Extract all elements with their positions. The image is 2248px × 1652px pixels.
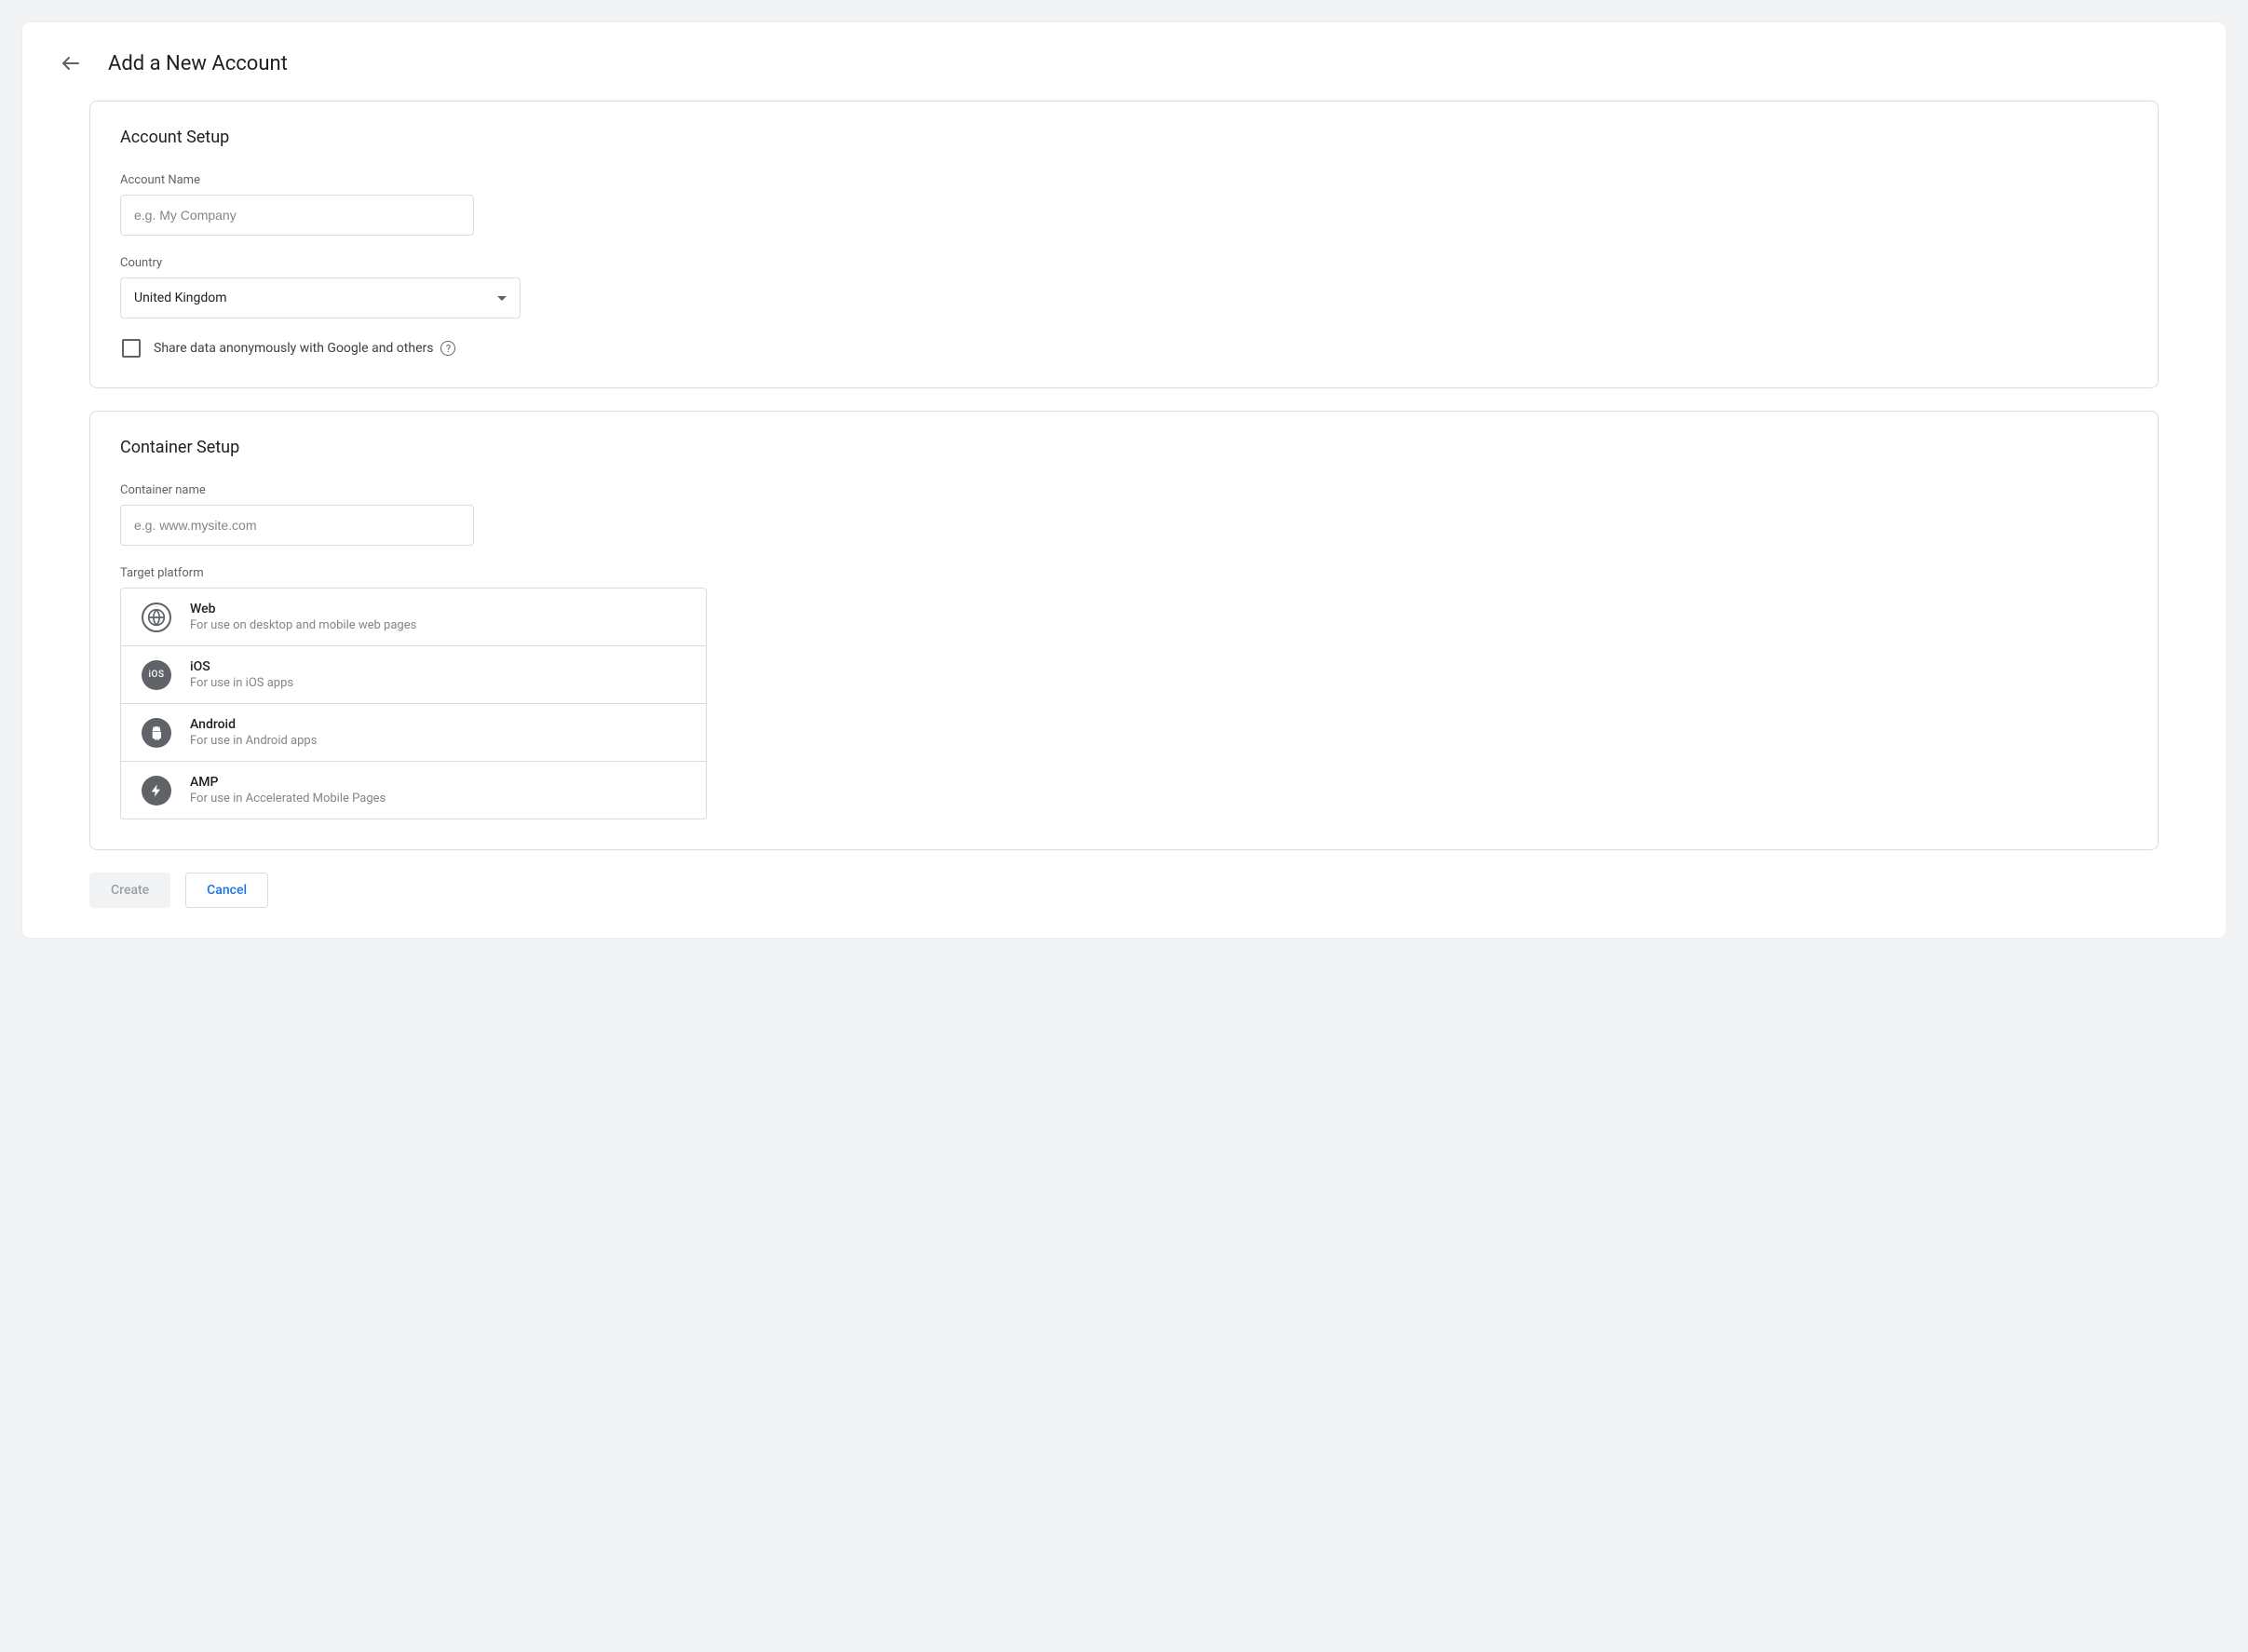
help-icon[interactable]: ? bbox=[440, 341, 455, 356]
platform-option-amp[interactable]: AMP For use in Accelerated Mobile Pages bbox=[121, 762, 706, 819]
container-setup-title: Container Setup bbox=[120, 438, 2128, 457]
share-data-checkbox[interactable] bbox=[122, 339, 141, 358]
amp-icon bbox=[142, 776, 171, 806]
platform-subtitle: For use in Accelerated Mobile Pages bbox=[190, 792, 386, 806]
country-field: Country United Kingdom bbox=[120, 256, 2128, 318]
dialog-header: Add a New Account bbox=[22, 45, 2226, 101]
platform-text: Android For use in Android apps bbox=[190, 717, 317, 748]
platform-subtitle: For use on desktop and mobile web pages bbox=[190, 618, 416, 632]
platform-title: AMP bbox=[190, 775, 386, 790]
container-name-input[interactable] bbox=[120, 505, 474, 546]
account-name-label: Account Name bbox=[120, 173, 2128, 187]
action-buttons: Create Cancel bbox=[22, 873, 2226, 908]
platform-option-web[interactable]: Web For use on desktop and mobile web pa… bbox=[121, 589, 706, 646]
ios-icon: iOS bbox=[142, 660, 171, 690]
page-title: Add a New Account bbox=[108, 52, 288, 75]
country-selected-value: United Kingdom bbox=[134, 291, 227, 305]
country-label: Country bbox=[120, 256, 2128, 270]
share-data-row: Share data anonymously with Google and o… bbox=[120, 339, 2128, 358]
target-platform-label: Target platform bbox=[120, 566, 2128, 580]
account-setup-title: Account Setup bbox=[120, 128, 2128, 147]
country-select[interactable]: United Kingdom bbox=[120, 278, 521, 318]
platform-title: Web bbox=[190, 602, 416, 616]
container-name-label: Container name bbox=[120, 483, 2128, 497]
cancel-button[interactable]: Cancel bbox=[185, 873, 268, 908]
arrow-left-icon bbox=[60, 52, 82, 74]
share-data-label-text: Share data anonymously with Google and o… bbox=[154, 341, 433, 356]
platform-option-ios[interactable]: iOS iOS For use in iOS apps bbox=[121, 646, 706, 704]
account-name-field: Account Name bbox=[120, 173, 2128, 236]
globe-icon bbox=[142, 603, 171, 632]
account-setup-card: Account Setup Account Name Country Unite… bbox=[89, 101, 2159, 388]
platform-subtitle: For use in Android apps bbox=[190, 734, 317, 748]
dialog-sheet: Add a New Account Account Setup Account … bbox=[22, 22, 2226, 938]
platform-option-android[interactable]: Android For use in Android apps bbox=[121, 704, 706, 762]
platform-text: Web For use on desktop and mobile web pa… bbox=[190, 602, 416, 632]
create-button[interactable]: Create bbox=[89, 873, 170, 908]
platform-title: iOS bbox=[190, 659, 293, 674]
container-name-field: Container name bbox=[120, 483, 2128, 546]
back-button[interactable] bbox=[52, 45, 89, 82]
share-data-label: Share data anonymously with Google and o… bbox=[154, 341, 455, 356]
account-name-input[interactable] bbox=[120, 195, 474, 236]
platform-text: AMP For use in Accelerated Mobile Pages bbox=[190, 775, 386, 806]
target-platform-field: Target platform Web For use on desktop a… bbox=[120, 566, 2128, 819]
platform-title: Android bbox=[190, 717, 317, 732]
platform-text: iOS For use in iOS apps bbox=[190, 659, 293, 690]
platform-list: Web For use on desktop and mobile web pa… bbox=[120, 588, 707, 819]
container-setup-card: Container Setup Container name Target pl… bbox=[89, 411, 2159, 850]
chevron-down-icon bbox=[497, 296, 507, 301]
platform-subtitle: For use in iOS apps bbox=[190, 676, 293, 690]
android-icon bbox=[142, 718, 171, 748]
